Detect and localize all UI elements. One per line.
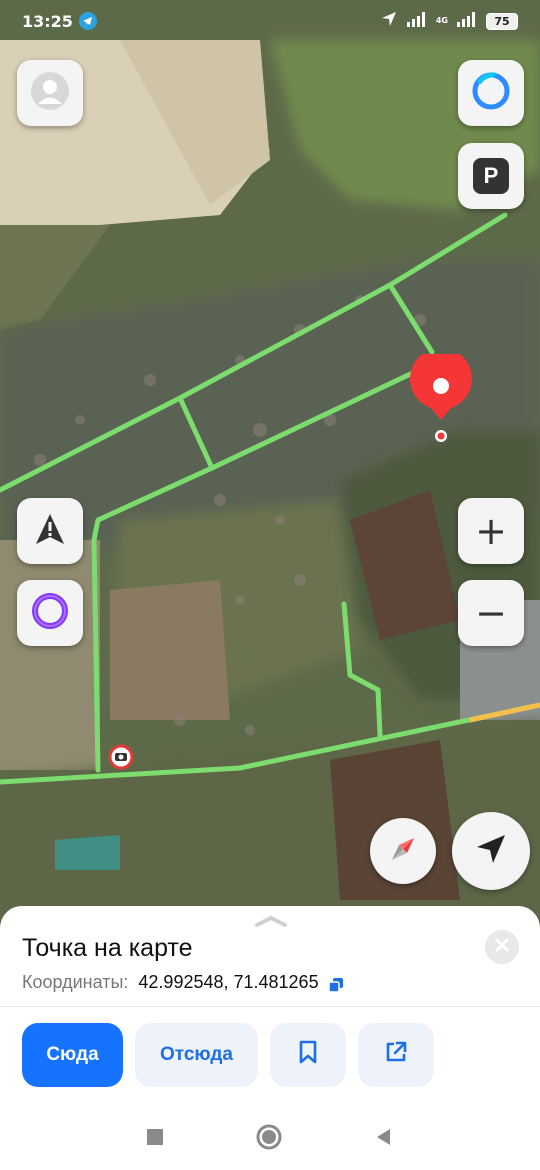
profile-icon bbox=[30, 71, 70, 116]
route-to-here-button[interactable]: Сюда bbox=[22, 1023, 123, 1087]
place-title: Точка на карте bbox=[22, 934, 193, 962]
signal-icon bbox=[406, 11, 428, 31]
speed-camera-icon[interactable] bbox=[108, 744, 134, 770]
triangle-back-icon[interactable] bbox=[374, 1127, 394, 1152]
sheet-handle-icon[interactable] bbox=[254, 914, 288, 928]
coordinates-label: Координаты: bbox=[22, 972, 129, 992]
parking-button[interactable]: P bbox=[458, 143, 524, 209]
my-location-button[interactable] bbox=[452, 812, 530, 890]
signal-icon-2 bbox=[456, 11, 478, 31]
location-pin[interactable] bbox=[409, 347, 473, 444]
map-view[interactable]: 13:25 4G 75 P + − bbox=[0, 0, 540, 960]
parking-icon: P bbox=[473, 158, 509, 194]
alice-button[interactable] bbox=[17, 580, 83, 646]
alice-top-button[interactable] bbox=[458, 60, 524, 126]
minus-icon: − bbox=[475, 591, 507, 635]
status-bar: 13:25 4G 75 bbox=[0, 0, 540, 42]
close-icon bbox=[495, 938, 509, 957]
alice-ring-icon bbox=[471, 71, 511, 116]
alice-icon bbox=[30, 591, 70, 636]
circle-icon[interactable] bbox=[256, 1124, 282, 1155]
plus-icon: + bbox=[475, 509, 507, 553]
location-arrow-icon bbox=[380, 10, 398, 32]
place-card: Точка на карте Координаты: 42.992548, 71… bbox=[0, 906, 540, 1170]
share-button[interactable] bbox=[358, 1023, 434, 1087]
coordinates-value: 42.992548, 71.481265 bbox=[138, 972, 319, 992]
divider bbox=[0, 1006, 540, 1007]
zoom-out-button[interactable]: − bbox=[458, 580, 524, 646]
coordinates-row: Координаты: 42.992548, 71.481265 bbox=[22, 972, 343, 993]
network-type: 4G bbox=[435, 16, 448, 25]
road-alert-icon bbox=[32, 511, 68, 552]
route-from-here-button[interactable]: Отсюда bbox=[135, 1023, 258, 1087]
telegram-icon bbox=[78, 12, 97, 30]
bookmark-button[interactable] bbox=[270, 1023, 346, 1087]
profile-button[interactable] bbox=[17, 60, 83, 126]
compass-icon bbox=[386, 832, 420, 871]
battery-level: 75 bbox=[486, 12, 518, 30]
road-alert-button[interactable] bbox=[17, 498, 83, 564]
square-icon[interactable] bbox=[146, 1128, 164, 1151]
clock: 13:25 bbox=[22, 11, 73, 31]
compass-button[interactable] bbox=[370, 818, 436, 884]
close-button[interactable] bbox=[485, 930, 519, 964]
my-location-icon bbox=[473, 831, 509, 872]
satellite-map[interactable] bbox=[0, 0, 540, 960]
copy-icon[interactable] bbox=[327, 976, 343, 993]
system-nav-bar bbox=[0, 1108, 540, 1170]
share-icon bbox=[384, 1040, 408, 1070]
zoom-in-button[interactable]: + bbox=[458, 498, 524, 564]
bookmark-icon bbox=[297, 1040, 319, 1070]
